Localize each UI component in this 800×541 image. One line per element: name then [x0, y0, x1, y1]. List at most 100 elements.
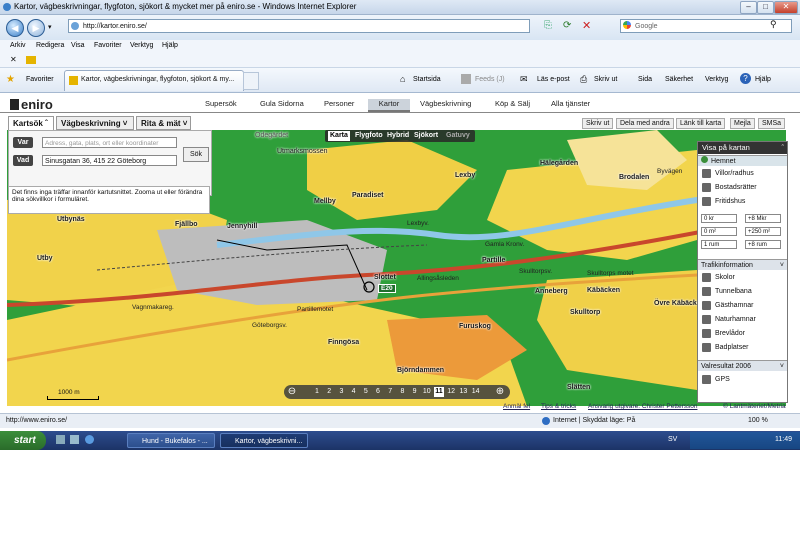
mode-hybrid[interactable]: Hybrid — [385, 131, 411, 141]
poi-brevladar[interactable]: Brevlådor — [698, 327, 787, 341]
zoom-level-12[interactable]: 12 — [446, 387, 456, 397]
nav-gula-sidorna[interactable]: Gula Sidorna — [260, 99, 304, 110]
page-menu[interactable]: Sida — [638, 76, 652, 83]
close-button[interactable]: ✕ — [774, 1, 798, 14]
report-error-link[interactable]: Anmäl fel — [503, 403, 530, 410]
read-mail-button[interactable]: Läs e-post — [537, 76, 570, 83]
rooms-max-select[interactable]: +8 rum — [745, 240, 781, 249]
print-map-button[interactable]: Skriv ut — [582, 118, 614, 129]
zoom-level[interactable]: 100 % — [748, 417, 768, 424]
hemnet-header[interactable]: Hemnet — [698, 155, 787, 166]
tab-vagbeskrivning[interactable]: Vägbeskrivning ˅ — [56, 116, 134, 130]
zoom-level-7[interactable]: 7 — [385, 387, 395, 397]
price-max-select[interactable]: +8 Mkr — [745, 214, 781, 223]
publisher-link[interactable]: Ansvarig utgivare: Christer Pettersson — [588, 403, 697, 410]
recent-pages-icon[interactable]: ▾ — [48, 23, 52, 31]
mode-karta[interactable]: Karta — [328, 131, 350, 141]
rooms-min-select[interactable]: 1 rum — [701, 240, 737, 249]
price-min-select[interactable]: 0 kr — [701, 214, 737, 223]
maximize-button[interactable]: □ — [757, 1, 774, 14]
zoom-level-11[interactable]: 11 — [434, 387, 444, 397]
quicklaunch-ie-icon[interactable] — [85, 435, 94, 444]
search-input[interactable]: Google — [620, 19, 792, 33]
mode-sjokort[interactable]: Sjökort — [412, 131, 440, 141]
vad-input[interactable]: Sinusgatan 36, 415 22 Göteborg — [42, 155, 177, 166]
sms-button[interactable]: SMSa — [758, 118, 786, 129]
tools-menu[interactable]: Verktyg — [705, 76, 728, 83]
compat-view-icon[interactable]: ⎘ — [544, 20, 552, 31]
help-menu[interactable]: Hjälp — [755, 76, 771, 83]
poi-tunnelbana[interactable]: Tunnelbana — [698, 285, 787, 299]
url-input[interactable]: http://kartor.eniro.se/ — [68, 19, 530, 33]
eniro-logo[interactable]: eniro — [10, 97, 53, 112]
area-min-select[interactable]: 0 m² — [701, 227, 737, 236]
share-button[interactable]: Dela med andra — [616, 118, 674, 129]
panel-title[interactable]: Visa på kartan ˆ — [698, 142, 787, 154]
email-button[interactable]: Mejla — [730, 118, 755, 129]
favorites-button[interactable]: Favoriter — [26, 76, 54, 83]
search-icon[interactable]: ⚲ — [770, 19, 777, 30]
menu-arkiv[interactable]: Arkiv — [10, 42, 26, 49]
new-tab-button[interactable] — [243, 72, 259, 90]
nav-kartor[interactable]: Kartor — [368, 99, 410, 112]
hemnet-bostadsratter[interactable]: Bostadsrätter — [698, 181, 787, 195]
quicklaunch-window-icon[interactable] — [70, 435, 79, 444]
gps-item[interactable]: GPS — [698, 373, 787, 387]
print-button[interactable]: Skriv ut — [594, 76, 617, 83]
close-toolbar-icon[interactable]: ✕ — [10, 55, 17, 64]
tips-link[interactable]: Tips & tricks — [541, 403, 576, 410]
forward-button[interactable]: ▶ — [27, 19, 45, 37]
search-button[interactable]: Sök — [183, 147, 209, 162]
nav-alla-tjanster[interactable]: Alla tjänster — [551, 99, 590, 110]
mode-gatuvy[interactable]: Gatuvy — [444, 131, 472, 141]
nav-vagbeskrivning[interactable]: Vägbeskrivning — [420, 99, 471, 110]
tab-kartsok[interactable]: Kartsök ˆ — [8, 116, 54, 130]
poi-badplatser[interactable]: Badplatser — [698, 341, 787, 355]
zoom-level-8[interactable]: 8 — [397, 387, 407, 397]
safety-menu[interactable]: Säkerhet — [665, 76, 693, 83]
feeds-button[interactable]: Feeds (J) — [475, 76, 505, 83]
browser-tab[interactable]: Kartor, vägbeskrivningar, flygfoton, sjö… — [64, 70, 244, 91]
var-input[interactable]: Adress, gata, plats, ort eller koordinat… — [42, 137, 177, 148]
poi-skolor[interactable]: Skolor — [698, 271, 787, 285]
stop-icon[interactable]: ✕ — [582, 19, 591, 32]
hemnet-fritidshus[interactable]: Fritidshus — [698, 195, 787, 209]
hemnet-villor[interactable]: Villor/radhus — [698, 167, 787, 181]
poi-naturhamnar[interactable]: Naturhamnar — [698, 313, 787, 327]
language-indicator[interactable]: SV — [668, 436, 677, 443]
task-hund-bukefalos[interactable]: Hund - Bukefalos - ... — [127, 433, 215, 448]
poi-gasthamnar[interactable]: Gästhamnar — [698, 299, 787, 313]
traffic-header[interactable]: Trafikinformation ˅ — [698, 259, 787, 270]
mode-flygfoto[interactable]: Flygfoto — [353, 131, 385, 141]
nav-kop-salj[interactable]: Köp & Sälj — [495, 99, 530, 110]
zoom-level-5[interactable]: 5 — [361, 387, 371, 397]
security-zone[interactable]: Internet | Skyddat läge: På — [553, 417, 635, 424]
back-button[interactable]: ◀ — [6, 19, 24, 37]
toolbar-icon[interactable] — [26, 56, 36, 64]
zoom-level-13[interactable]: 13 — [458, 387, 468, 397]
link-to-map-button[interactable]: Länk till karta — [676, 118, 726, 129]
area-max-select[interactable]: +250 m² — [745, 227, 781, 236]
zoom-out-icon[interactable]: ⊖ — [287, 387, 297, 397]
zoom-level-2[interactable]: 2 — [324, 387, 334, 397]
zoom-level-9[interactable]: 9 — [410, 387, 420, 397]
menu-redigera[interactable]: Redigera — [36, 42, 64, 49]
home-button[interactable]: Startsida — [413, 76, 441, 83]
start-button[interactable]: start — [0, 431, 46, 450]
zoom-level-6[interactable]: 6 — [373, 387, 383, 397]
quicklaunch-desktop-icon[interactable] — [56, 435, 65, 444]
zoom-level-3[interactable]: 3 — [336, 387, 346, 397]
nav-personer[interactable]: Personer — [324, 99, 354, 110]
minimize-button[interactable]: – — [740, 1, 757, 14]
menu-visa[interactable]: Visa — [71, 42, 85, 49]
menu-favoriter[interactable]: Favoriter — [94, 42, 122, 49]
election-header[interactable]: Valresultat 2006 ˅ — [698, 360, 787, 371]
zoom-level-14[interactable]: 14 — [471, 387, 481, 397]
task-kartor[interactable]: Kartor, vägbeskrivni... — [220, 433, 308, 448]
zoom-level-1[interactable]: 1 — [312, 387, 322, 397]
nav-supersok[interactable]: Supersök — [205, 99, 237, 110]
refresh-icon[interactable]: ⟳ — [563, 20, 571, 31]
tab-rita-mat[interactable]: Rita & mät ˅ — [136, 116, 191, 130]
zoom-in-icon[interactable]: ⊕ — [495, 387, 505, 397]
zoom-level-10[interactable]: 10 — [422, 387, 432, 397]
